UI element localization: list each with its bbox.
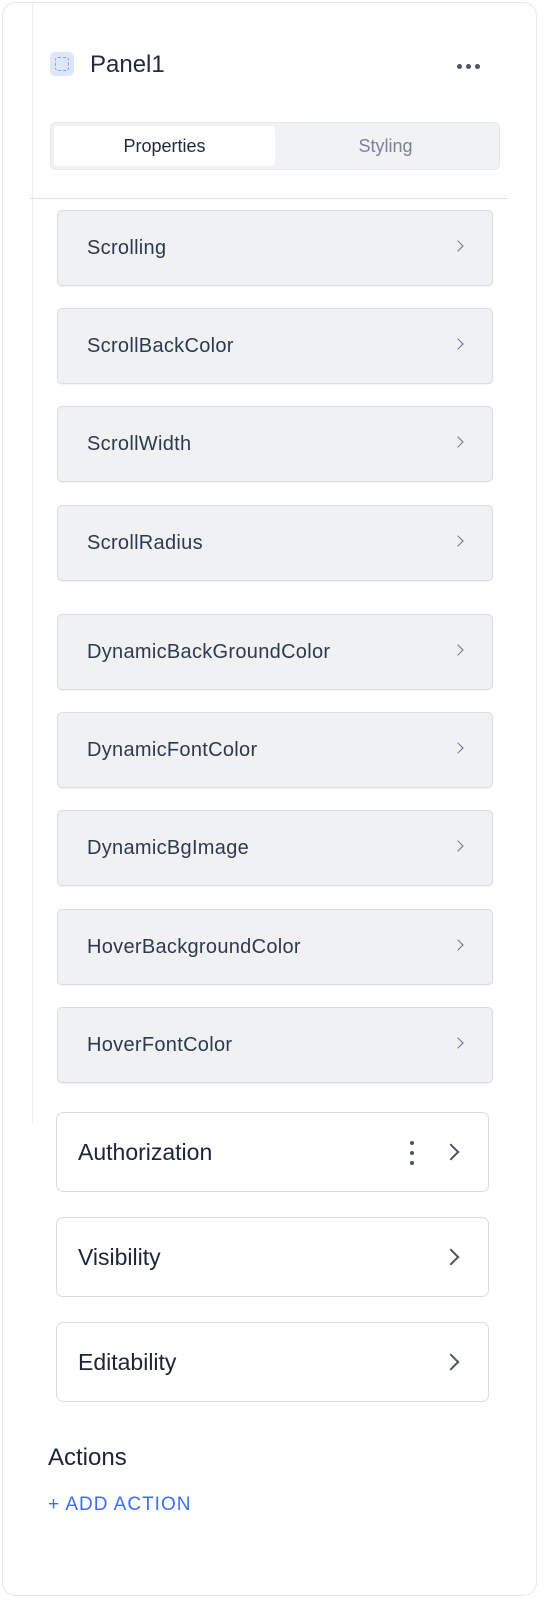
property-item-dynamicfontcolor[interactable]: DynamicFontColor [57,712,493,788]
property-item-dynamicbackgroundcolor[interactable]: DynamicBackGroundColor [57,614,493,690]
chevron-right-icon [452,644,464,656]
actions-heading: Actions [48,1444,127,1471]
tab-properties[interactable]: Properties [54,126,275,166]
property-label: DynamicBackGroundColor [87,641,331,663]
section-editability[interactable]: Editability [56,1322,489,1402]
section-label: Authorization [78,1139,213,1165]
panel-header: Panel1 [48,50,498,86]
tab-bar: Properties Styling [50,122,500,170]
property-item-scrolling[interactable]: Scrolling [57,210,493,286]
panel-title: Panel1 [90,51,165,78]
add-action-button[interactable]: + ADD ACTION [48,1494,191,1516]
property-item-scrollradius[interactable]: ScrollRadius [57,505,493,581]
chevron-right-icon [452,742,464,754]
property-item-hoverfontcolor[interactable]: HoverFontColor [57,1007,493,1083]
section-label: Editability [78,1349,177,1375]
property-label: DynamicBgImage [87,837,250,859]
property-item-scrollwidth[interactable]: ScrollWidth [57,406,493,482]
chevron-right-icon [442,1248,460,1266]
property-item-hoverbackgroundcolor[interactable]: HoverBackgroundColor [57,909,493,985]
property-label: DynamicFontColor [87,739,258,761]
property-item-scrollbackcolor[interactable]: ScrollBackColor [57,308,493,384]
property-label: ScrollWidth [87,433,192,455]
kebab-menu-icon[interactable] [401,1141,423,1165]
property-label: ScrollBackColor [87,335,234,357]
property-label: HoverFontColor [87,1034,233,1056]
chevron-right-icon [452,338,464,350]
property-label: ScrollRadius [87,532,203,554]
panel-left-rule [32,3,33,1123]
panel-icon [50,52,74,76]
header-divider [30,198,508,199]
chevron-right-icon [442,1143,460,1161]
chevron-right-icon [452,240,464,252]
property-item-dynamicbgimage[interactable]: DynamicBgImage [57,810,493,886]
chevron-right-icon [452,939,464,951]
chevron-right-icon [442,1353,460,1371]
chevron-right-icon [452,840,464,852]
property-label: Scrolling [87,237,167,259]
more-options-icon[interactable] [448,54,488,78]
chevron-right-icon [452,535,464,547]
chevron-right-icon [452,436,464,448]
section-authorization[interactable]: Authorization [56,1112,489,1192]
property-label: HoverBackgroundColor [87,936,301,958]
section-visibility[interactable]: Visibility [56,1217,489,1297]
chevron-right-icon [452,1037,464,1049]
tab-styling[interactable]: Styling [275,126,496,166]
section-label: Visibility [78,1244,161,1270]
